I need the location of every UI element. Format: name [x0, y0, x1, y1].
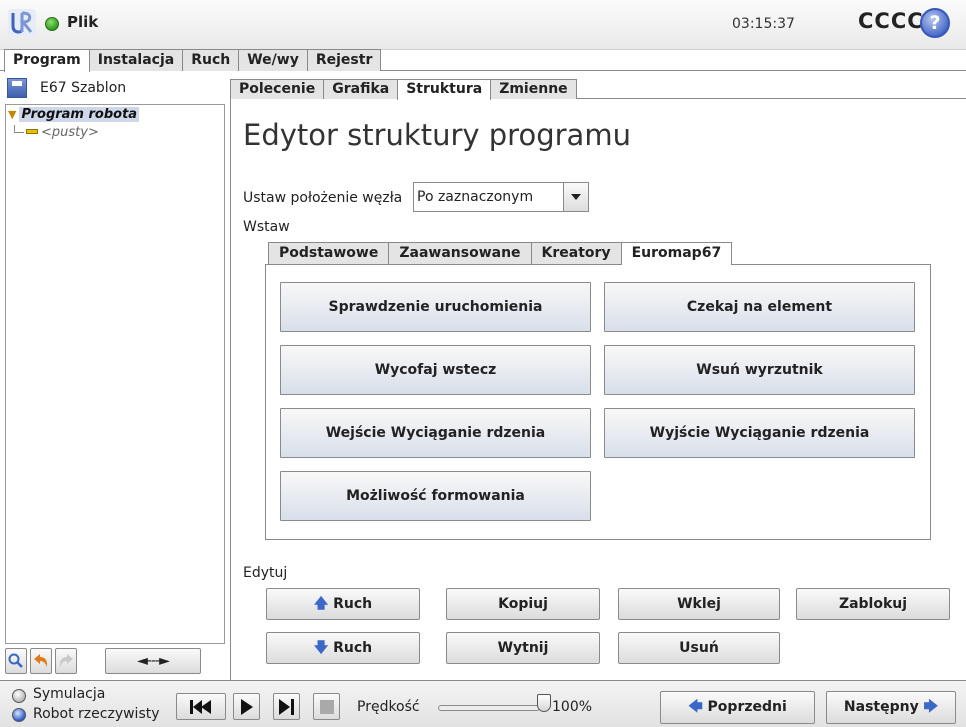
node-position-select[interactable]: Po zaznaczonym	[413, 182, 589, 212]
real-robot-radio[interactable]	[12, 708, 26, 722]
insert-label: Wstaw	[243, 219, 290, 235]
robot-name: CCCC	[858, 9, 924, 33]
speed-value: 100%	[552, 699, 593, 715]
empty-node-icon	[26, 129, 38, 134]
wait-for-part-button[interactable]: Czekaj na element	[604, 282, 915, 332]
stop-icon	[319, 700, 334, 714]
move-up-button[interactable]: 🡅 Ruch	[266, 588, 420, 620]
delete-button[interactable]: Usuń	[618, 632, 780, 664]
save-program-icon[interactable]	[7, 78, 27, 98]
insert-tabs: Podstawowe Zaawansowane Kreatory Euromap…	[268, 242, 733, 265]
next-label: Następny	[843, 699, 919, 715]
tab-variables[interactable]: Zmienne	[490, 79, 577, 99]
molding-possible-button[interactable]: Możliwość formowania	[280, 471, 591, 521]
undo-icon	[34, 654, 48, 667]
step-forward-icon	[278, 699, 294, 715]
expand-triangle-icon[interactable]: ▼	[8, 108, 16, 121]
retract-back-button[interactable]: Wycofaj wstecz	[280, 345, 591, 395]
previous-label: Poprzedni	[707, 699, 787, 715]
play-button[interactable]	[233, 693, 260, 720]
tab-structure[interactable]: Struktura	[397, 79, 492, 100]
edit-label: Edytuj	[243, 565, 288, 581]
skip-to-start-button[interactable]	[176, 693, 226, 720]
tab-advanced[interactable]: Zaawansowane	[388, 242, 532, 264]
title-bar: Plik 03:15:37 CCCC ?	[0, 0, 966, 50]
file-menu[interactable]: Plik	[67, 13, 98, 31]
insert-ejector-button[interactable]: Wsuń wyrzutnik	[604, 345, 915, 395]
clock: 03:15:37	[732, 16, 795, 32]
arrow-up-icon: 🡅	[313, 596, 329, 612]
tab-io[interactable]: We/wy	[238, 49, 308, 71]
tree-root-label: Program robota	[19, 107, 140, 122]
redo-icon	[59, 654, 73, 667]
tab-command[interactable]: Polecenie	[230, 79, 325, 99]
footer-bar: Symulacja Robot rzeczywisty Prędkość 100…	[0, 680, 966, 727]
tree-node-root[interactable]: ▼ Program robota	[8, 107, 140, 122]
next-button[interactable]: Następny 🡆	[826, 691, 956, 724]
skip-back-icon	[190, 700, 211, 714]
program-name: E67 Szablon	[40, 80, 127, 96]
help-icon[interactable]: ?	[920, 8, 950, 38]
program-sub-tabs: Polecenie Grafika Struktura Zmienne	[230, 79, 577, 100]
startup-check-button[interactable]: Sprawdzenie uruchomienia	[280, 282, 591, 332]
tab-move[interactable]: Ruch	[182, 49, 240, 71]
page-title: Edytor struktury programu	[243, 118, 631, 152]
arrow-left-icon: 🡄	[688, 699, 703, 715]
speed-slider-track[interactable]	[438, 705, 540, 711]
program-tree[interactable]: ▼ Program robota <pusty>	[5, 104, 225, 644]
tree-child-label: <pusty>	[41, 125, 99, 140]
move-up-label: Ruch	[333, 596, 373, 612]
move-node-button[interactable]: ◄---►	[105, 648, 201, 674]
paste-button[interactable]: Wklej	[618, 588, 780, 620]
tab-program[interactable]: Program	[4, 49, 90, 72]
tab-euromap67[interactable]: Euromap67	[620, 242, 733, 265]
tab-wizards[interactable]: Kreatory	[530, 242, 622, 264]
cut-button[interactable]: Wytnij	[446, 632, 600, 664]
chevron-down-icon[interactable]	[563, 183, 588, 211]
play-icon	[240, 699, 253, 715]
stop-button[interactable]	[313, 693, 340, 720]
undo-button[interactable]	[30, 648, 52, 674]
previous-button[interactable]: 🡄 Poprzedni	[660, 691, 815, 724]
universal-robots-logo-icon	[8, 9, 36, 37]
tab-log[interactable]: Rejestr	[306, 49, 382, 71]
tab-graphics[interactable]: Grafika	[323, 79, 399, 99]
tree-node-empty[interactable]: <pusty>	[14, 125, 99, 140]
tree-toolbar: ◄---►	[5, 648, 225, 676]
node-position-value: Po zaznaczonym	[417, 189, 534, 205]
tab-basic[interactable]: Podstawowe	[268, 242, 390, 264]
real-robot-label: Robot rzeczywisty	[33, 706, 160, 722]
copy-button[interactable]: Kopiuj	[446, 588, 600, 620]
simulation-label: Symulacja	[33, 686, 106, 702]
main-tabs: Program Instalacja Ruch We/wy Rejestr	[4, 49, 382, 72]
lock-button[interactable]: Zablokuj	[796, 588, 950, 620]
search-icon	[8, 653, 23, 668]
speed-slider-handle[interactable]	[537, 694, 551, 712]
node-position-label: Ustaw położenie węzła	[243, 190, 403, 206]
simulation-radio[interactable]	[12, 689, 26, 703]
arrow-down-icon: 🡇	[313, 640, 329, 656]
arrow-right-icon: 🡆	[923, 699, 939, 715]
move-down-button[interactable]: 🡇 Ruch	[266, 632, 420, 664]
speed-label: Prędkość	[357, 699, 420, 715]
redo-button[interactable]	[55, 648, 77, 674]
robot-status-indicator	[45, 17, 59, 31]
search-button[interactable]	[5, 648, 27, 674]
move-down-label: Ruch	[333, 640, 373, 656]
tree-connector	[14, 125, 24, 133]
core-pull-in-button[interactable]: Wejście Wyciąganie rdzenia	[280, 408, 591, 458]
step-button[interactable]	[273, 693, 300, 720]
core-pull-out-button[interactable]: Wyjście Wyciąganie rdzenia	[604, 408, 915, 458]
tab-installation[interactable]: Instalacja	[88, 49, 184, 71]
